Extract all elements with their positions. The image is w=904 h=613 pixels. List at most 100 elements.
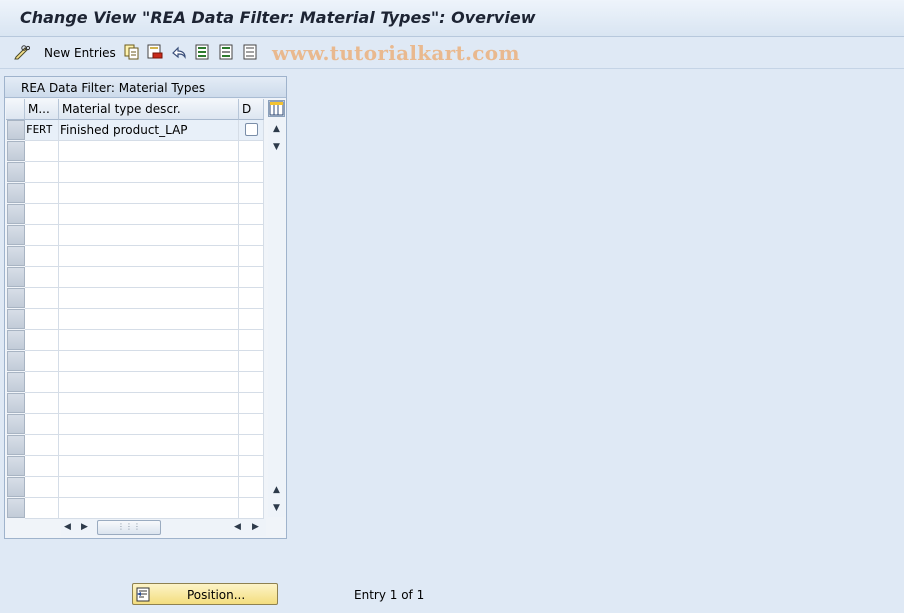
cell-material-type[interactable] <box>25 267 59 288</box>
row-selector[interactable] <box>7 267 25 287</box>
cell-d <box>239 246 264 267</box>
row-selector[interactable] <box>7 162 25 182</box>
scroll-page-up-icon[interactable]: ▲ <box>273 485 280 495</box>
cell-material-type[interactable] <box>25 330 59 351</box>
cell-material-type[interactable] <box>25 204 59 225</box>
horizontal-scrollbar[interactable]: ◀ ▶ ⋮⋮⋮ ◀ ▶ <box>61 519 266 536</box>
cell-description[interactable] <box>59 456 239 477</box>
cell-description[interactable] <box>59 477 239 498</box>
delete-icon[interactable] <box>147 44 163 60</box>
table-title-bar: REA Data Filter: Material Types <box>5 77 286 98</box>
row-selector[interactable] <box>7 120 25 140</box>
cell-material-type[interactable] <box>25 309 59 330</box>
cell-d <box>239 267 264 288</box>
cell-material-type[interactable] <box>25 183 59 204</box>
table-settings-button[interactable] <box>268 100 285 117</box>
cell-description[interactable] <box>59 393 239 414</box>
cell-description: Finished product_LAP <box>59 120 239 141</box>
select-all-rows-corner[interactable] <box>6 99 25 120</box>
row-selector[interactable] <box>7 330 25 350</box>
cell-material-type[interactable] <box>25 246 59 267</box>
row-selector[interactable] <box>7 372 25 392</box>
cell-d <box>239 393 264 414</box>
cell-description[interactable] <box>59 414 239 435</box>
undo-icon[interactable] <box>171 44 187 60</box>
cell-d <box>239 435 264 456</box>
table-title: REA Data Filter: Material Types <box>21 81 206 95</box>
cell-material-type[interactable] <box>25 372 59 393</box>
cell-description[interactable] <box>59 267 239 288</box>
cell-d <box>239 498 264 519</box>
row-selector[interactable] <box>7 225 25 245</box>
row-selector[interactable] <box>7 414 25 434</box>
table-control: REA Data Filter: Material Types M... Mat… <box>4 76 287 539</box>
cell-d <box>239 120 264 141</box>
row-selector[interactable] <box>7 288 25 308</box>
scroll-page-down-icon[interactable]: ▼ <box>273 503 280 513</box>
select-all-icon[interactable] <box>195 44 211 60</box>
table-settings-icon <box>269 101 284 116</box>
row-selector[interactable] <box>7 435 25 455</box>
column-header-material-type[interactable]: M... <box>25 99 59 120</box>
cell-description[interactable] <box>59 162 239 183</box>
scroll-far-left-icon[interactable]: ◀ <box>234 522 241 532</box>
cell-d <box>239 351 264 372</box>
row-selector[interactable] <box>7 477 25 497</box>
cell-description[interactable] <box>59 372 239 393</box>
watermark: www.tutorialkart.com <box>272 41 520 65</box>
pencil-glasses-icon[interactable] <box>14 44 30 60</box>
cell-material-type[interactable] <box>25 498 59 519</box>
scroll-left-icon[interactable]: ◀ <box>64 522 71 532</box>
cell-material-type[interactable] <box>25 288 59 309</box>
deselect-all-icon[interactable] <box>243 44 259 60</box>
cell-material-type[interactable] <box>25 435 59 456</box>
row-checkbox[interactable] <box>245 123 258 136</box>
new-entries-button[interactable]: New Entries <box>44 46 116 60</box>
cell-material-type[interactable] <box>25 456 59 477</box>
vertical-scrollbar[interactable]: ▲ ▼ ▲ ▼ <box>268 120 285 517</box>
select-block-icon[interactable] <box>219 44 235 60</box>
row-selector[interactable] <box>7 351 25 371</box>
window-title: Change View "REA Data Filter: Material T… <box>20 8 536 27</box>
copy-icon[interactable] <box>124 44 140 60</box>
row-selector[interactable] <box>7 456 25 476</box>
cell-description[interactable] <box>59 498 239 519</box>
row-selector[interactable] <box>7 393 25 413</box>
cell-description[interactable] <box>59 246 239 267</box>
cell-material-type[interactable] <box>25 225 59 246</box>
scroll-right-icon[interactable]: ▶ <box>81 522 88 532</box>
scroll-far-right-icon[interactable]: ▶ <box>252 522 259 532</box>
horizontal-scroll-thumb[interactable]: ⋮⋮⋮ <box>97 520 161 535</box>
cell-material-type[interactable] <box>25 477 59 498</box>
cell-description[interactable] <box>59 435 239 456</box>
cell-material-type[interactable] <box>25 351 59 372</box>
cell-description[interactable] <box>59 309 239 330</box>
scroll-up-icon[interactable]: ▲ <box>273 124 280 134</box>
cell-description[interactable] <box>59 204 239 225</box>
column-header-d[interactable]: D <box>239 99 264 120</box>
row-selector[interactable] <box>7 141 25 161</box>
cell-material-type[interactable] <box>25 162 59 183</box>
row-selector[interactable] <box>7 183 25 203</box>
cell-description[interactable] <box>59 183 239 204</box>
cell-d <box>239 204 264 225</box>
row-selector[interactable] <box>7 204 25 224</box>
cell-description[interactable] <box>59 351 239 372</box>
cell-description[interactable] <box>59 225 239 246</box>
cell-description[interactable] <box>59 141 239 162</box>
position-button[interactable]: Position... <box>132 583 278 605</box>
cell-material-type[interactable] <box>25 414 59 435</box>
row-selector[interactable] <box>7 498 25 518</box>
cell-description[interactable] <box>59 330 239 351</box>
cell-d <box>239 456 264 477</box>
cell-d <box>239 225 264 246</box>
cell-material-type[interactable] <box>25 141 59 162</box>
cell-description[interactable] <box>59 288 239 309</box>
scroll-down-icon[interactable]: ▼ <box>273 142 280 152</box>
title-bar: Change View "REA Data Filter: Material T… <box>0 0 904 37</box>
cell-material-type[interactable] <box>25 393 59 414</box>
row-selector[interactable] <box>7 309 25 329</box>
cell-d <box>239 162 264 183</box>
row-selector[interactable] <box>7 246 25 266</box>
column-header-description[interactable]: Material type descr. <box>59 99 239 120</box>
